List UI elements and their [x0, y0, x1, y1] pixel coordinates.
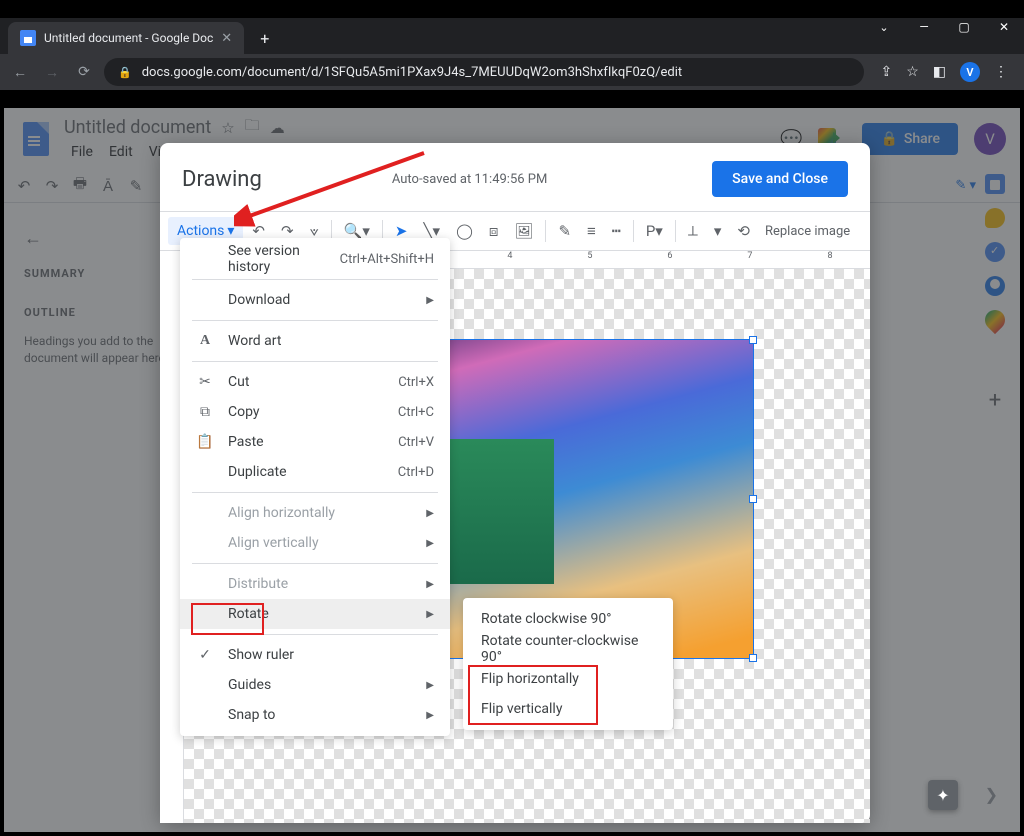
menu-snap-to[interactable]: Snap to▶: [180, 700, 450, 730]
menu-rotate[interactable]: Rotate▶: [180, 599, 450, 629]
menu-word-art[interactable]: AWord art: [180, 326, 450, 356]
reload-button[interactable]: ⟳: [72, 64, 96, 80]
share-page-icon[interactable]: ⇪: [880, 64, 892, 80]
menu-guides[interactable]: Guides▶: [180, 670, 450, 700]
tab-title: Untitled document - Google Doc: [44, 31, 213, 45]
maximize-button[interactable]: ▢: [944, 18, 984, 36]
shape-tool-icon[interactable]: ◯: [449, 217, 480, 245]
menu-duplicate[interactable]: DuplicateCtrl+D: [180, 457, 450, 487]
actions-menu: See version historyCtrl+Alt+Shift+H Down…: [180, 238, 450, 736]
chrome-menu-icon[interactable]: ⋮: [994, 64, 1008, 80]
resize-handle-tr[interactable]: [749, 336, 757, 344]
window-controls: ⌄ — ▢ ✕: [864, 18, 1024, 36]
minimize-button[interactable]: —: [904, 18, 944, 36]
url-text: docs.google.com/document/d/1SFQu5A5mi1PX…: [142, 65, 682, 80]
extensions-icon[interactable]: ◧: [933, 64, 946, 80]
menu-download[interactable]: Download▶: [180, 285, 450, 315]
dialog-header: Drawing Auto-saved at 11:49:56 PM Save a…: [160, 143, 870, 211]
menu-distribute: Distribute▶: [180, 569, 450, 599]
resize-handle-br[interactable]: [749, 654, 757, 662]
menu-copy[interactable]: ⧉CopyCtrl+C: [180, 397, 450, 427]
image-icon[interactable]: 🖼: [507, 217, 540, 245]
border-dash-icon[interactable]: ┅: [605, 217, 628, 245]
lock-icon: 🔒: [118, 66, 132, 79]
menu-align-horizontal: Align horizontally▶: [180, 498, 450, 528]
resize-handle-mr[interactable]: [749, 495, 757, 503]
border-color-icon[interactable]: ✎: [551, 217, 578, 245]
tab-search-icon[interactable]: ⌄: [864, 18, 904, 36]
rotate-submenu: Rotate clockwise 90° Rotate counter-cloc…: [463, 598, 673, 730]
tab-close-icon[interactable]: ✕: [221, 31, 232, 46]
menu-cut[interactable]: ✂CutCtrl+X: [180, 367, 450, 397]
profile-badge[interactable]: V: [960, 62, 980, 82]
menu-align-vertical: Align vertically▶: [180, 528, 450, 558]
save-and-close-button[interactable]: Save and Close: [712, 161, 848, 197]
submenu-flip-vertical[interactable]: Flip vertically: [463, 694, 673, 724]
new-tab-button[interactable]: +: [252, 29, 277, 48]
browser-tab[interactable]: Untitled document - Google Doc ✕: [8, 22, 244, 54]
mask-icon[interactable]: ▾: [707, 217, 729, 245]
url-input[interactable]: 🔒 docs.google.com/document/d/1SFQu5A5mi1…: [104, 58, 864, 86]
menu-paste[interactable]: 📋PasteCtrl+V: [180, 427, 450, 457]
replace-image-button[interactable]: Replace image: [759, 224, 856, 239]
crop-icon[interactable]: ⟂: [681, 217, 705, 245]
bookmark-icon[interactable]: ☆: [906, 64, 919, 80]
border-weight-icon[interactable]: ≡: [580, 217, 603, 245]
explore-button[interactable]: ✦: [928, 780, 958, 810]
submenu-rotate-cw[interactable]: Rotate clockwise 90°: [463, 604, 673, 634]
reset-image-icon[interactable]: ⟲: [730, 217, 757, 245]
menu-show-ruler[interactable]: ✓Show ruler: [180, 640, 450, 670]
position-icon[interactable]: P▾: [639, 217, 670, 245]
submenu-rotate-ccw[interactable]: Rotate counter-clockwise 90°: [463, 634, 673, 664]
side-chevron-icon[interactable]: ❯: [985, 785, 998, 804]
submenu-flip-horizontal[interactable]: Flip horizontally: [463, 664, 673, 694]
toolbar-right: ⇪ ☆ ◧ V ⋮: [872, 62, 1016, 82]
docs-favicon-icon: [20, 30, 36, 46]
dialog-title: Drawing: [182, 167, 262, 192]
menu-version-history[interactable]: See version historyCtrl+Alt+Shift+H: [180, 244, 450, 274]
close-button[interactable]: ✕: [984, 18, 1024, 36]
textbox-icon[interactable]: ⧈: [482, 217, 506, 245]
forward-button[interactable]: →: [40, 64, 64, 81]
autosave-text: Auto-saved at 11:49:56 PM: [392, 172, 548, 187]
address-bar: ← → ⟳ 🔒 docs.google.com/document/d/1SFQu…: [0, 54, 1024, 90]
back-button[interactable]: ←: [8, 64, 32, 81]
